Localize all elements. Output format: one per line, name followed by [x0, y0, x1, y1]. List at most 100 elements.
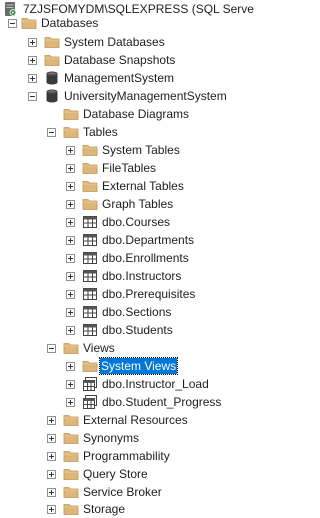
folder-icon — [63, 124, 79, 140]
tree-node-label: dbo.Sections — [102, 305, 172, 319]
tree-node-label: Service Broker — [83, 485, 162, 499]
expand-toggle[interactable] — [28, 74, 37, 83]
tree-node-system-databases[interactable]: System Databases — [0, 33, 238, 51]
tree-node-table[interactable]: dbo.Instructors — [0, 267, 238, 285]
collapse-toggle[interactable] — [47, 128, 56, 137]
tree-node-label: External Tables — [102, 179, 184, 193]
tree-node-database-snapshots[interactable]: Database Snapshots — [0, 51, 238, 69]
expand-toggle[interactable] — [66, 326, 75, 335]
tree-node-system-tables[interactable]: System Tables — [0, 141, 238, 159]
tree-node-external-tables[interactable]: External Tables — [0, 177, 238, 195]
tree-node-table[interactable]: dbo.Sections — [0, 303, 238, 321]
tree-node-table[interactable]: dbo.Students — [0, 321, 238, 339]
folder-icon — [63, 501, 79, 517]
tree-node-external-resources[interactable]: External Resources — [0, 411, 238, 429]
table-icon — [82, 250, 98, 266]
expand-toggle[interactable] — [66, 398, 75, 407]
tree-node-label: Programmability — [83, 449, 170, 463]
database-icon — [44, 88, 60, 104]
expand-toggle[interactable] — [66, 200, 75, 209]
expand-toggle[interactable] — [28, 38, 37, 47]
tree-node-management-system[interactable]: ManagementSystem — [0, 69, 238, 87]
view-icon — [82, 376, 98, 392]
collapse-toggle[interactable] — [28, 92, 37, 101]
tree-node-storage[interactable]: Storage — [0, 500, 238, 518]
tree-node-synonyms[interactable]: Synonyms — [0, 429, 238, 447]
expand-toggle[interactable] — [66, 362, 75, 371]
folder-icon — [44, 34, 60, 50]
table-icon — [82, 268, 98, 284]
tree-node-label: Storage — [83, 502, 126, 516]
object-explorer-tree: 7ZJSFOMYDM\SQLEXPRESS (SQL Serve Databas… — [0, 0, 254, 518]
tree-node-databases[interactable]: Databases — [0, 14, 238, 32]
table-icon — [82, 304, 98, 320]
tree-node-service-broker[interactable]: Service Broker — [0, 483, 238, 501]
collapse-toggle[interactable] — [47, 344, 56, 353]
tree-node-label: dbo.Prerequisites — [102, 287, 196, 301]
tree-node-views[interactable]: Views — [0, 339, 238, 357]
table-icon — [82, 232, 98, 248]
tree-node-table[interactable]: dbo.Courses — [0, 213, 238, 231]
tree-node-label: dbo.Students — [102, 323, 173, 337]
collapse-toggle[interactable] — [8, 19, 17, 28]
tree-node-label: Synonyms — [83, 431, 140, 445]
table-icon — [82, 286, 98, 302]
tree-node-query-store[interactable]: Query Store — [0, 465, 238, 483]
table-icon — [82, 322, 98, 338]
tree-node-table[interactable]: dbo.Enrollments — [0, 249, 238, 267]
expand-toggle[interactable] — [47, 470, 56, 479]
expand-toggle[interactable] — [66, 218, 75, 227]
tree-node-programmability[interactable]: Programmability — [0, 447, 238, 465]
expand-toggle[interactable] — [66, 380, 75, 389]
tree-node-label: Tables — [83, 125, 118, 139]
tree-node-view[interactable]: dbo.Student_Progress — [0, 393, 238, 411]
expand-toggle[interactable] — [47, 488, 56, 497]
folder-icon — [82, 160, 98, 176]
view-icon — [82, 394, 98, 410]
folder-icon — [21, 15, 37, 31]
tree-node-label: Databases — [41, 16, 99, 30]
folder-icon — [63, 484, 79, 500]
tree-node-label: FileTables — [102, 161, 157, 175]
table-icon — [82, 214, 98, 230]
tree-node-label: System Databases — [64, 35, 165, 49]
tree-node-university-db[interactable]: UniversityManagementSystem — [0, 87, 238, 105]
database-icon — [44, 70, 60, 86]
expand-toggle[interactable] — [66, 308, 75, 317]
tree-node-system-views[interactable]: System Views — [0, 357, 238, 375]
tree-node-table[interactable]: dbo.Departments — [0, 231, 238, 249]
expand-toggle[interactable] — [66, 254, 75, 263]
tree-node-graph-tables[interactable]: Graph Tables — [0, 195, 238, 213]
expand-toggle[interactable] — [47, 416, 56, 425]
tree-node-label: Database Snapshots — [64, 53, 176, 67]
expand-toggle[interactable] — [66, 272, 75, 281]
tree-node-view[interactable]: dbo.Instructor_Load — [0, 375, 238, 393]
tree-node-label-selected: System Views — [98, 357, 179, 375]
expand-toggle[interactable] — [66, 182, 75, 191]
expand-toggle[interactable] — [66, 164, 75, 173]
tree-node-label: Query Store — [83, 467, 148, 481]
folder-icon — [63, 430, 79, 446]
folder-icon — [82, 196, 98, 212]
tree-node-tables[interactable]: Tables — [0, 123, 238, 141]
folder-icon — [82, 358, 98, 374]
folder-icon — [63, 106, 79, 122]
expand-toggle[interactable] — [47, 452, 56, 461]
expand-toggle[interactable] — [28, 56, 37, 65]
tree-node-table[interactable]: dbo.Prerequisites — [0, 285, 238, 303]
folder-icon — [63, 340, 79, 356]
expand-toggle[interactable] — [47, 434, 56, 443]
tree-node-label: dbo.Enrollments — [102, 251, 189, 265]
tree-node-label: Graph Tables — [102, 197, 174, 211]
tree-node-label: UniversityManagementSystem — [64, 89, 227, 103]
tree-node-file-tables[interactable]: FileTables — [0, 159, 238, 177]
expand-toggle[interactable] — [47, 505, 56, 514]
expand-toggle[interactable] — [66, 290, 75, 299]
tree-node-label: dbo.Departments — [102, 233, 195, 247]
tree-node-label: ManagementSystem — [64, 71, 175, 85]
expand-toggle[interactable] — [66, 236, 75, 245]
folder-icon — [82, 178, 98, 194]
expand-toggle[interactable] — [66, 146, 75, 155]
tree-node-label: Database Diagrams — [83, 107, 190, 121]
tree-node-database-diagrams[interactable]: Database Diagrams — [0, 105, 238, 123]
